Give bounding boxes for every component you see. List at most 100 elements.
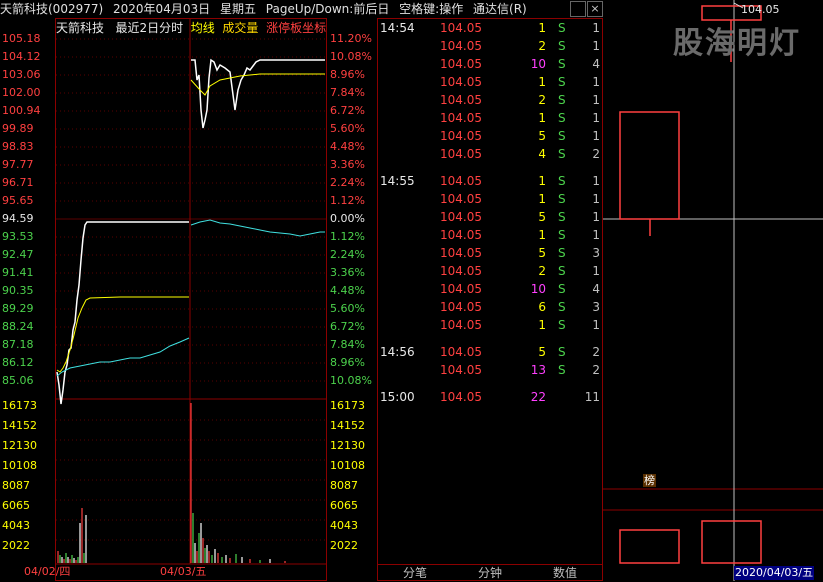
tick-n: 1 bbox=[592, 192, 600, 206]
tick-vol: 5 bbox=[538, 210, 546, 224]
tick-side: S bbox=[558, 21, 566, 35]
tick-side: S bbox=[558, 228, 566, 242]
tick-side: S bbox=[558, 282, 566, 296]
tick-side: S bbox=[558, 129, 566, 143]
vol-bar-day2 bbox=[701, 520, 762, 564]
tick-vol: 6 bbox=[538, 300, 546, 314]
tick-vol: 1 bbox=[538, 111, 546, 125]
tick-price: 104.05 bbox=[440, 192, 482, 206]
tick-row: 104.05 1 S 1 bbox=[380, 316, 600, 334]
tick-price: 104.05 bbox=[440, 111, 482, 125]
tick-row: 104.05 2 S 1 bbox=[380, 262, 600, 280]
tick-price: 104.05 bbox=[440, 363, 482, 377]
tab-values[interactable]: 数值 bbox=[553, 565, 577, 581]
tick-vol: 4 bbox=[538, 147, 546, 161]
tick-n: 1 bbox=[592, 318, 600, 332]
tick-n: 1 bbox=[592, 111, 600, 125]
tick-price: 104.05 bbox=[440, 282, 482, 296]
tick-row: 104.05 5 S 1 bbox=[380, 208, 600, 226]
tick-side: S bbox=[558, 363, 566, 377]
kline-date-label: 2020/04/03/五 bbox=[734, 566, 815, 580]
tick-price: 104.05 bbox=[440, 318, 482, 332]
tick-n: 11 bbox=[584, 390, 600, 404]
kline-chart bbox=[603, 0, 823, 581]
day1-price-line bbox=[56, 221, 189, 405]
kline-last-price: 104.05 bbox=[741, 3, 780, 16]
tick-price: 104.05 bbox=[440, 246, 482, 260]
watermark-text: 股海明灯 bbox=[673, 26, 801, 61]
tick-n: 1 bbox=[592, 39, 600, 53]
tick-row: 104.05 5 S 3 bbox=[380, 244, 600, 262]
tick-row: 104.05 10 S 4 bbox=[380, 280, 600, 298]
tick-row: 104.05 1 S 1 bbox=[380, 190, 600, 208]
tick-side: S bbox=[558, 75, 566, 89]
tick-row: 14:55 104.05 1 S 1 bbox=[380, 172, 600, 190]
tick-side: S bbox=[558, 93, 566, 107]
day2-trend-line bbox=[190, 219, 325, 237]
tab-minute[interactable]: 分钟 bbox=[478, 565, 502, 581]
tick-side: S bbox=[558, 264, 566, 278]
tick-row: 104.05 13 S 2 bbox=[380, 361, 600, 379]
tick-time: 14:55 bbox=[380, 174, 415, 188]
tick-row: 104.05 10 S 4 bbox=[380, 55, 600, 73]
tick-n: 4 bbox=[592, 282, 600, 296]
tick-side: S bbox=[558, 345, 566, 359]
tick-price: 104.05 bbox=[440, 147, 482, 161]
tick-time: 14:56 bbox=[380, 345, 415, 359]
tick-n: 3 bbox=[592, 246, 600, 260]
tick-n: 1 bbox=[592, 174, 600, 188]
tick-tabs: 分笔 分钟 数值 bbox=[378, 564, 602, 582]
tick-row: 104.05 6 S 3 bbox=[380, 298, 600, 316]
tick-vol: 2 bbox=[538, 39, 546, 53]
rank-marker[interactable]: 榜 bbox=[643, 474, 656, 487]
tick-vol: 1 bbox=[538, 174, 546, 188]
tick-vol: 10 bbox=[530, 282, 546, 296]
tick-row: 104.05 5 S 1 bbox=[380, 127, 600, 145]
tab-ticks[interactable]: 分笔 bbox=[403, 565, 427, 581]
tick-row: 104.05 4 S 2 bbox=[380, 145, 600, 163]
tick-vol: 1 bbox=[538, 21, 546, 35]
tick-n: 3 bbox=[592, 300, 600, 314]
tick-n: 1 bbox=[592, 129, 600, 143]
tick-row: 104.05 1 S 1 bbox=[380, 109, 600, 127]
tick-n: 1 bbox=[592, 210, 600, 224]
tick-n: 1 bbox=[592, 93, 600, 107]
tick-n: 2 bbox=[592, 345, 600, 359]
tick-price: 104.05 bbox=[440, 39, 482, 53]
tick-row: 14:56 104.05 5 S 2 bbox=[380, 343, 600, 361]
tick-row: 15:00 104.05 22 11 bbox=[380, 388, 600, 406]
tick-vol: 5 bbox=[538, 246, 546, 260]
tick-row: 104.05 1 S 1 bbox=[380, 226, 600, 244]
tick-n: 1 bbox=[592, 21, 600, 35]
tick-vol: 1 bbox=[538, 228, 546, 242]
kline-panel[interactable]: 104.05 股海明灯 榜 2020/04/03/五 bbox=[603, 0, 823, 581]
x-label-day1: 04/02/四 bbox=[24, 565, 71, 578]
tick-vol: 1 bbox=[538, 192, 546, 206]
tick-price: 104.05 bbox=[440, 390, 482, 404]
tick-row: 104.05 2 S 1 bbox=[380, 91, 600, 109]
tick-vol: 2 bbox=[538, 264, 546, 278]
tick-row: 14:54 104.05 1 S 1 bbox=[380, 19, 600, 37]
day2-avg-line bbox=[190, 73, 325, 96]
tick-price: 104.05 bbox=[440, 228, 482, 242]
tick-price: 104.05 bbox=[440, 21, 482, 35]
tick-side: S bbox=[558, 318, 566, 332]
day1-trend-line bbox=[56, 337, 190, 377]
vol-bar-day1 bbox=[619, 529, 680, 564]
tick-n: 4 bbox=[592, 57, 600, 71]
volume-bars bbox=[57, 403, 286, 563]
day2-price-line bbox=[191, 58, 325, 129]
candle-day1 bbox=[619, 111, 680, 220]
tick-side: S bbox=[558, 210, 566, 224]
tick-vol: 2 bbox=[538, 93, 546, 107]
tick-n: 1 bbox=[592, 264, 600, 278]
tick-price: 104.05 bbox=[440, 93, 482, 107]
tick-side: S bbox=[558, 57, 566, 71]
tick-row: 104.05 2 S 1 bbox=[380, 37, 600, 55]
tick-n: 2 bbox=[592, 363, 600, 377]
tick-vol: 10 bbox=[530, 57, 546, 71]
tick-vol: 5 bbox=[538, 345, 546, 359]
tick-price: 104.05 bbox=[440, 210, 482, 224]
tick-side: S bbox=[558, 147, 566, 161]
tick-side: S bbox=[558, 111, 566, 125]
